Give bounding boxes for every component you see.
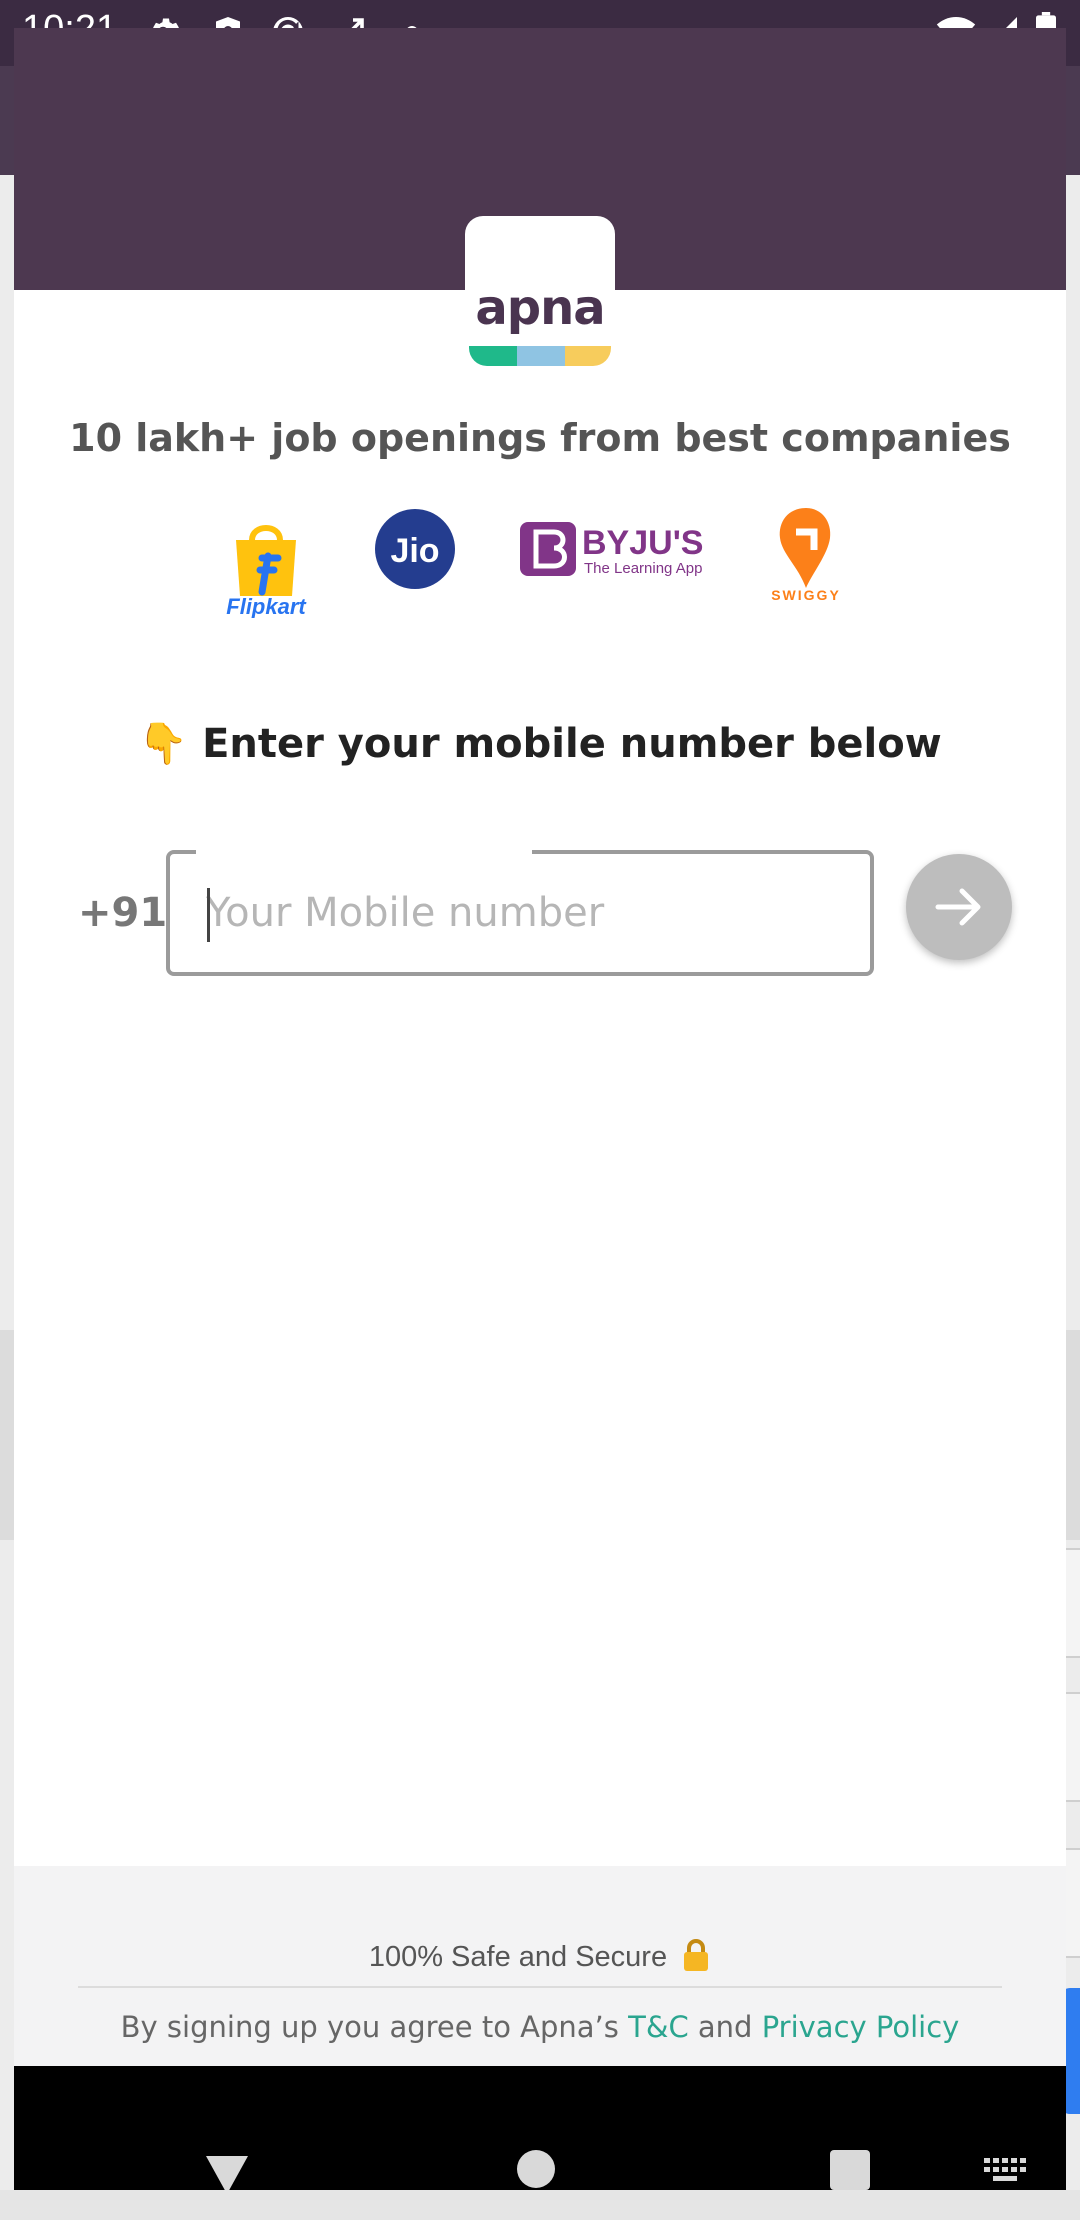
text-caret — [207, 888, 210, 942]
secure-text: 100% Safe and Secure — [368, 1941, 668, 1973]
mobile-number-input[interactable] — [166, 850, 874, 976]
next-button[interactable] — [906, 854, 1012, 960]
navigation-bar — [14, 2066, 1066, 2190]
jio-wordmark: Jio — [390, 532, 439, 570]
recents-icon[interactable] — [830, 2150, 870, 2190]
logo-stripe-blue — [517, 346, 565, 366]
logo-stripe-green — [469, 346, 517, 366]
terms-line: By signing up you agree to Apna’s T&C an… — [14, 2010, 1066, 2044]
jio-logo: Jio — [375, 509, 455, 589]
back-icon[interactable] — [204, 2154, 250, 2190]
login-sheet: apna 10 lakh+ job openings from best com… — [14, 28, 1066, 2190]
home-icon[interactable] — [517, 2150, 555, 2188]
prompt-text: Enter your mobile number below — [202, 721, 942, 767]
flipkart-logo: Flipkart — [226, 525, 307, 618]
logo-text: apna — [475, 280, 605, 336]
company-logos: Flipkart Jio BYJU'S The Learning App SWI… — [14, 508, 1066, 638]
arrow-right-icon — [935, 888, 981, 926]
byjus-tagline: The Learning App — [584, 560, 702, 577]
input-label-notch — [196, 846, 532, 856]
flipkart-wordmark: Flipkart — [226, 594, 307, 618]
byjus-wordmark: BYJU'S — [582, 524, 703, 562]
swiggy-logo: SWIGGY — [771, 508, 841, 603]
privacy-policy-link[interactable]: Privacy Policy — [762, 2010, 960, 2044]
secure-note: 100% Safe and Secure — [14, 1938, 1066, 1974]
terms-prefix: By signing up you agree to Apna’s — [120, 2010, 619, 2044]
terms-and: and — [697, 2010, 753, 2044]
byjus-logo: BYJU'S The Learning App — [520, 522, 703, 577]
apna-logo: apna — [465, 216, 615, 366]
swiggy-wordmark: SWIGGY — [771, 587, 841, 603]
country-code: +91 — [78, 890, 168, 936]
lock-icon — [684, 1939, 709, 1971]
sheet-footer: 100% Safe and Secure By signing up you a… — [14, 1866, 1066, 2066]
headline: 10 lakh+ job openings from best companie… — [69, 416, 1011, 460]
mobile-prompt: 👇 Enter your mobile number below — [14, 720, 1066, 767]
background-app-footer — [0, 2190, 1080, 2220]
pointing-down-icon: 👇 — [138, 721, 189, 767]
footer-divider — [78, 1986, 1002, 1988]
keyboard-icon[interactable] — [984, 2158, 1028, 2184]
tnc-link[interactable]: T&C — [628, 2010, 689, 2044]
